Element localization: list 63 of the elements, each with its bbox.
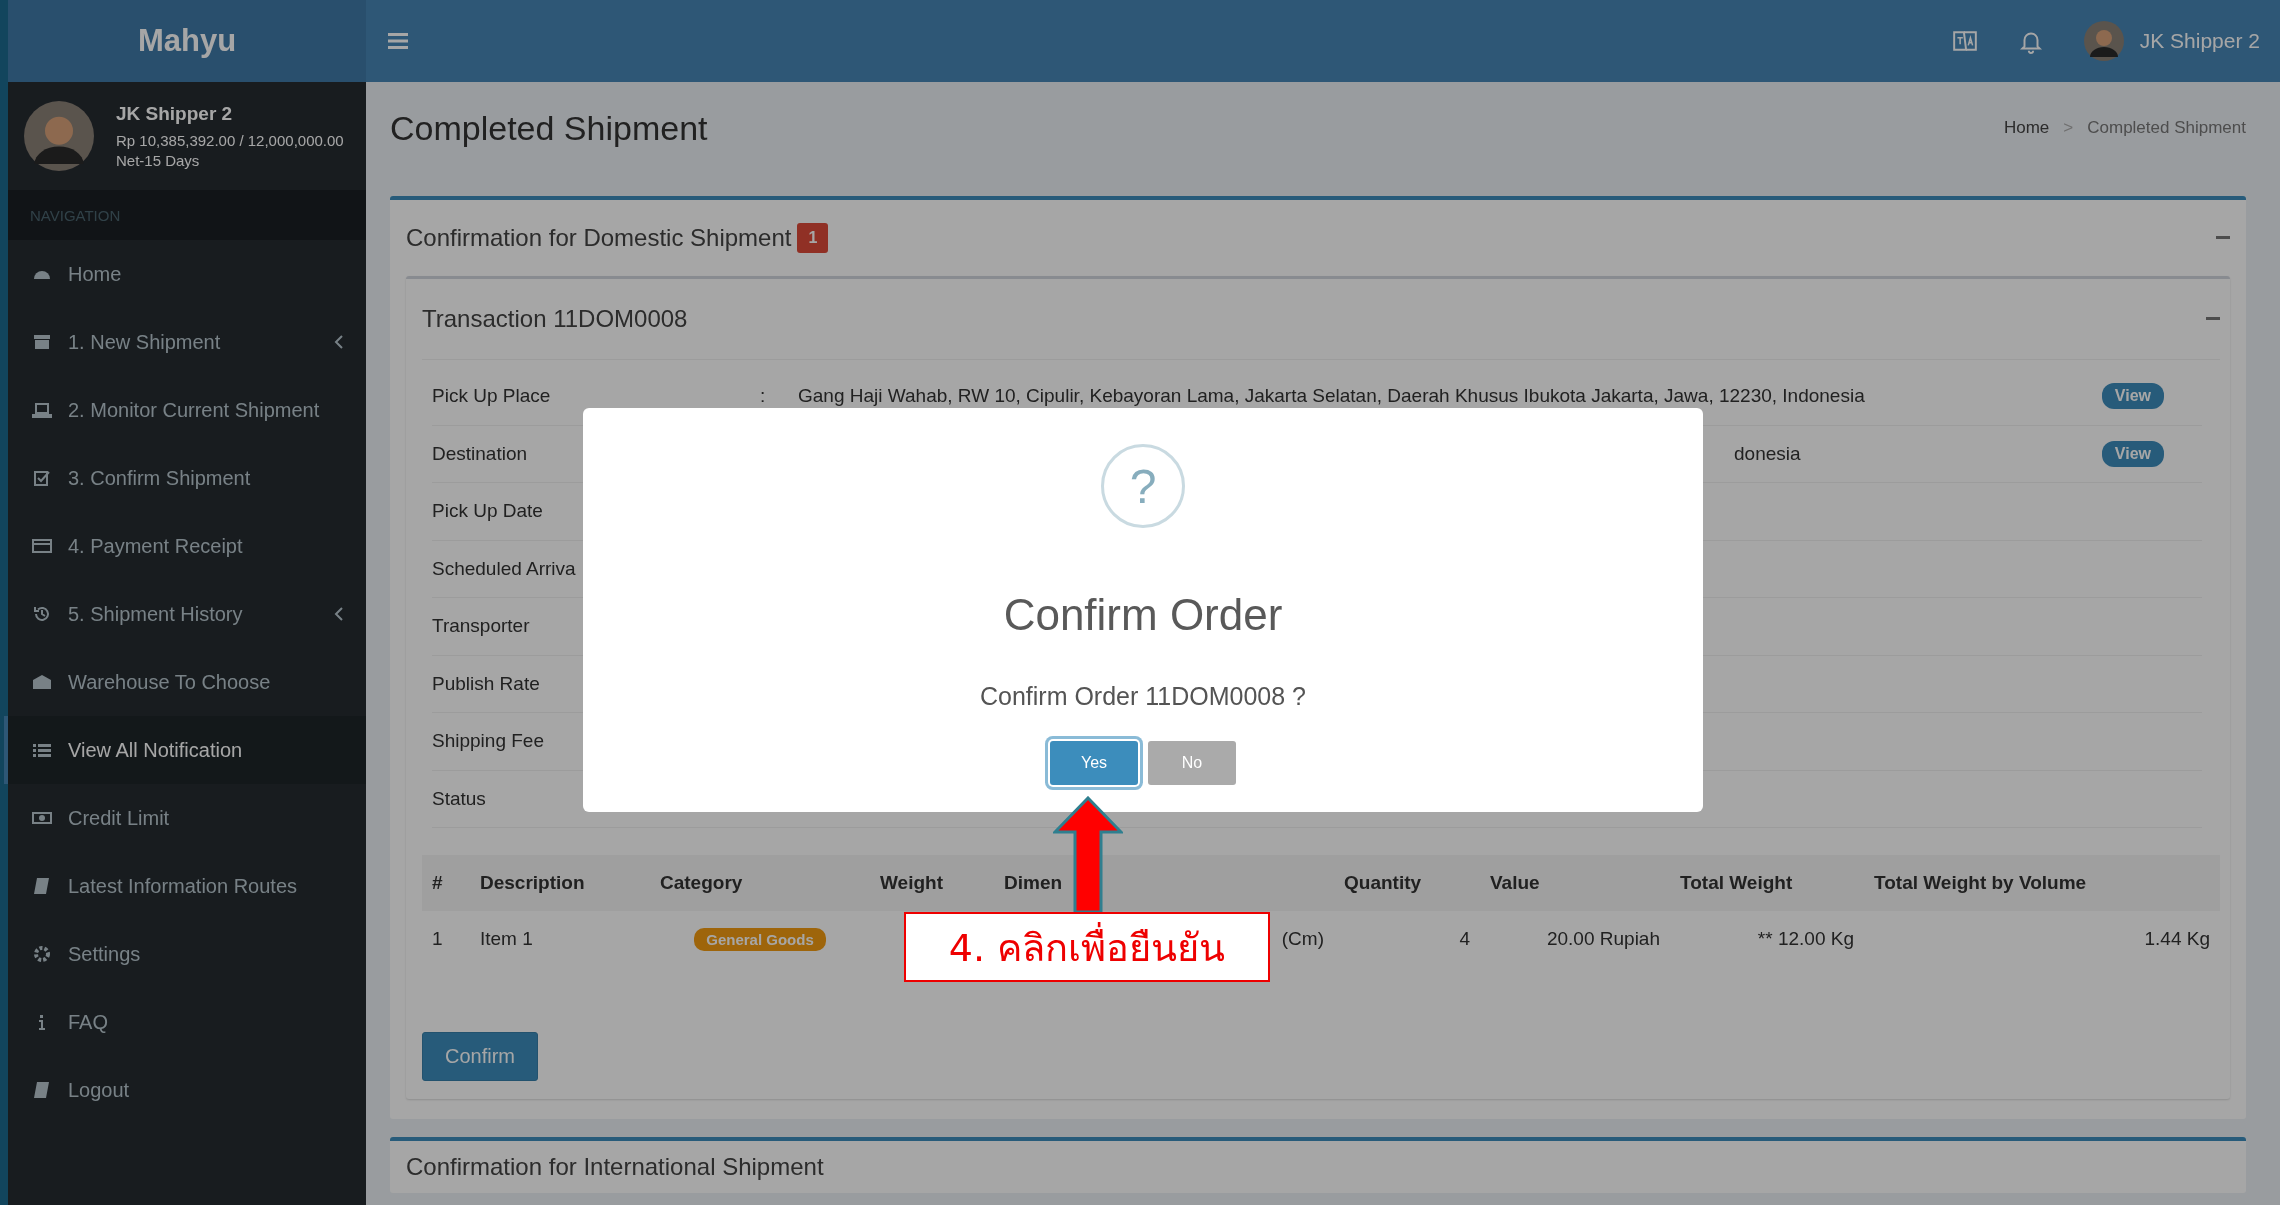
sidebar-item[interactable]: Latest Information Routes [4,852,366,920]
dialog-message: Confirm Order 11DOM0008 ? [979,682,1307,711]
table-cell: 4 [1459,928,1470,949]
table-cell: ** 12.00 Kg [1757,928,1854,949]
page-title: Completed Shipment [390,108,708,148]
annotation-callout: 4. คลิกเพื่อยืนยัน [904,912,1270,982]
column-header: Value [1490,872,1540,893]
table-cell: Item 1 [480,928,533,949]
detail-label: Transporter [432,615,531,638]
view-button[interactable]: View [2101,440,2164,467]
table-cell: (Cm) [1281,928,1324,949]
sidebar-item[interactable]: 3. Confirm Shipment [4,444,366,512]
column-header: Description [480,872,585,893]
table-cell: 20.00 Rupiah [1546,928,1660,949]
column-header: Quantity [1344,872,1422,893]
yes-button[interactable]: Yes [1050,741,1138,785]
question-icon: ? [1101,444,1185,528]
sidebar-item[interactable]: Logout [4,1056,366,1124]
breadcrumb-current: Completed Shipment [2087,118,2246,138]
sidebar-item[interactable]: 2. Monitor Current Shipment [4,376,366,444]
sidebar-item[interactable]: 4. Payment Receipt [4,512,366,580]
sidebar-item[interactable]: Settings [4,920,366,988]
column-header: # [432,872,443,893]
user-name[interactable]: JK Shipper 2 [2139,29,2260,53]
user-name: JK Shipper 2 [116,103,234,125]
detail-label: Pick Up Date [432,500,544,523]
column-header: Category [660,872,743,893]
sidebar-item[interactable]: FAQ [4,988,366,1056]
sidebar-item[interactable]: 5. Shipment History [4,580,366,648]
table-cell: 1.44 Kg [2144,928,2210,949]
sidebar-item[interactable]: Credit Limit [4,784,366,852]
panel-title: Confirmation for International Shipment [406,1153,824,1180]
detail-label: Publish Rate [432,672,541,695]
detail-label: Destination [432,442,529,465]
column-header: Total Weight by Volume [1874,872,2087,893]
transaction-title: Transaction 11DOM0008 [422,305,688,333]
view-button[interactable]: View [2101,383,2164,410]
sidebar-item[interactable]: 1. New Shipment [4,308,366,376]
breadcrumb-separator: > [2063,118,2074,138]
detail-label: Status [432,787,487,810]
payment-terms: Net-15 Days [116,152,201,169]
detail-label: Shipping Fee [432,730,545,753]
table-cell: 1 [432,928,443,949]
column-header: Dimen [1004,872,1063,893]
detail-value: donesia [1733,442,1801,464]
credit-balance: Rp 10,385,392.00 / 12,000,000.00 [116,132,344,149]
detail-value: Gang Haji Wahab, RW 10, Cipulir, Kebayoran Lama, Jakarta Selatan, Daerah Khusus Ibukota Jakarta, Jawa, 12230, Indonesia [798,385,1865,407]
no-button[interactable]: No [1148,741,1236,785]
detail-label: Pick Up Place [432,385,552,408]
panel-title: Confirmation for Domestic Shipment [406,224,792,252]
sidebar-item[interactable]: Warehouse To Choose [4,648,366,716]
category-badge: General Goods [694,928,826,951]
column-header: Weight [880,872,943,893]
brand-logo[interactable]: Mahyu [8,0,366,82]
breadcrumb-link[interactable]: Home [2003,118,2050,138]
detail-label: Scheduled Arriva [432,557,577,580]
detail-colon: : [760,385,766,407]
dialog-title: Confirm Order [1003,590,1283,640]
confirm-button[interactable]: Confirm [422,1032,538,1081]
sidebar-item[interactable]: Home [4,240,366,308]
count-badge: 1 [797,223,829,253]
column-header: Total Weight [1680,872,1793,893]
sidebar-item[interactable]: View All Notification [4,716,366,784]
